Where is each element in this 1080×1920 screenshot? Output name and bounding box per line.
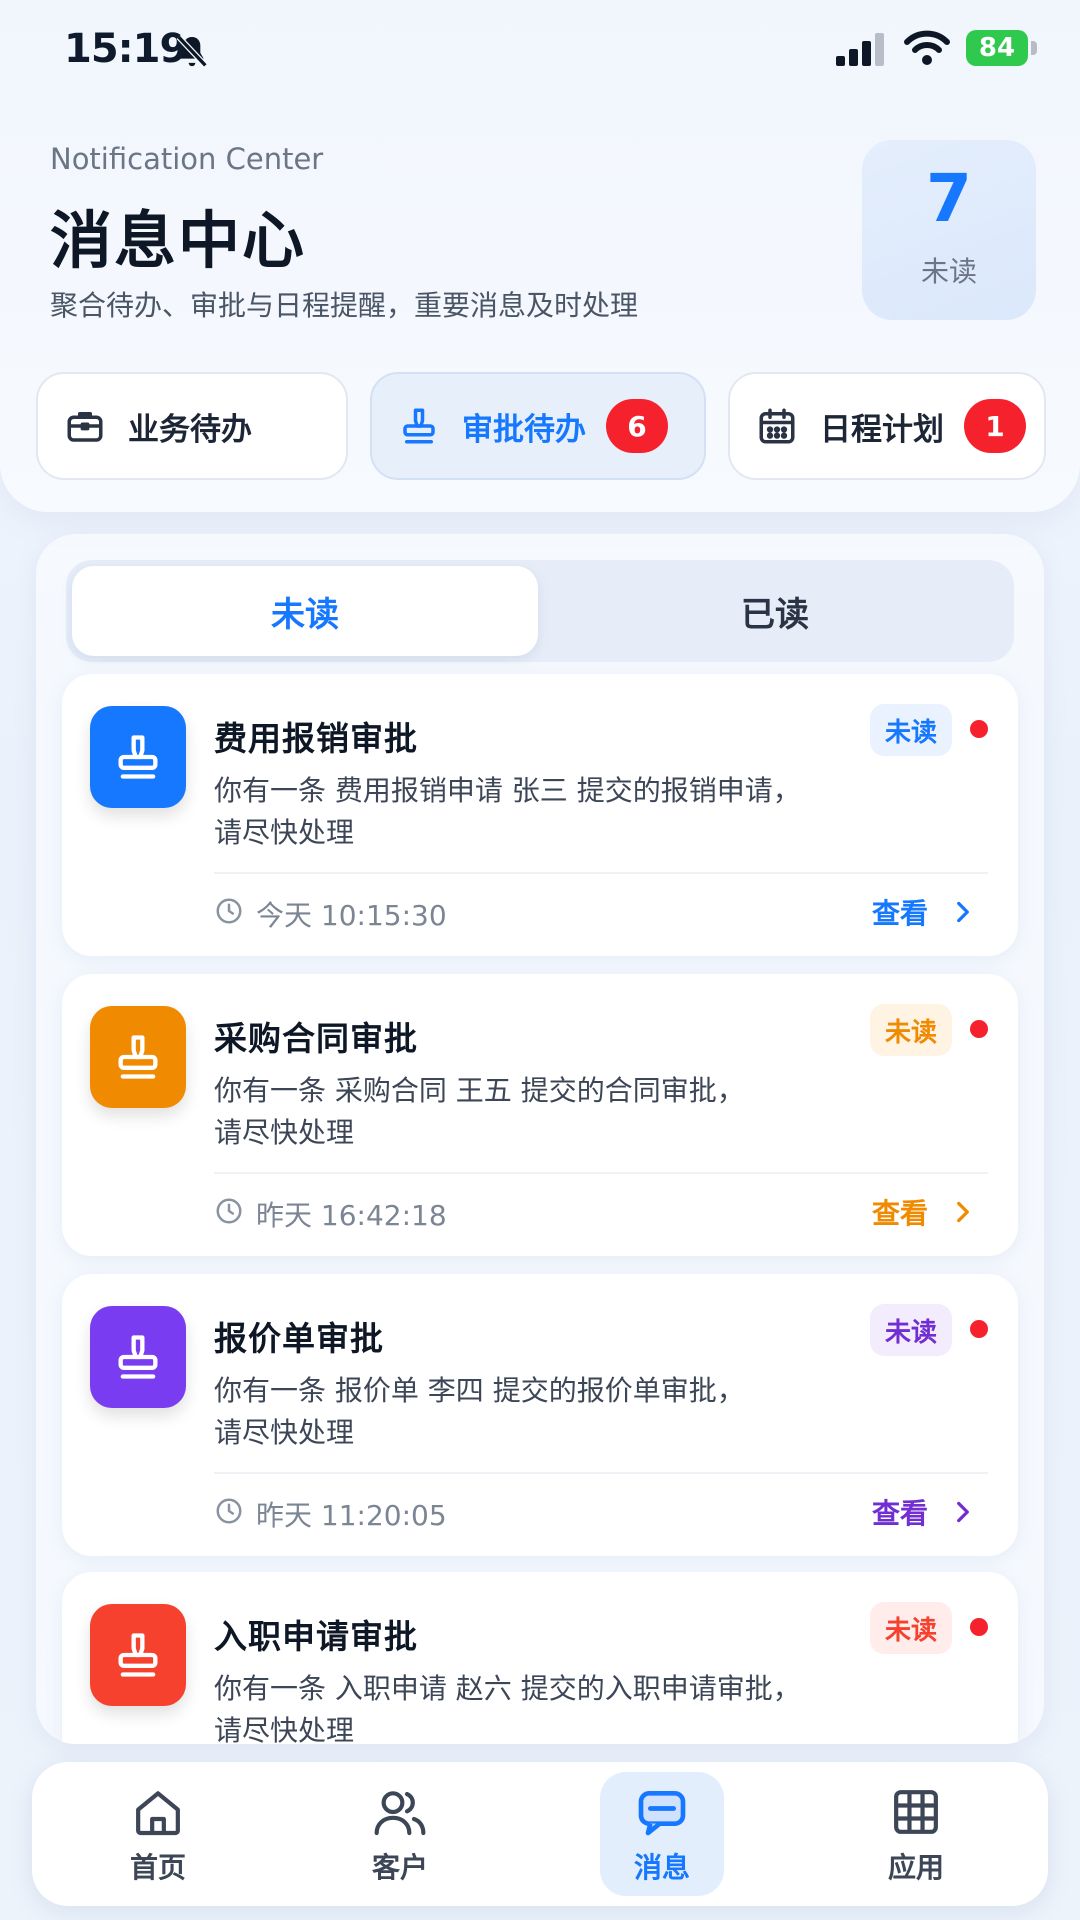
message-body: 你有一条 采购合同 王五 提交的合同审批， 请尽快处理 [214,1070,854,1154]
clock-icon [216,898,242,924]
message-card[interactable]: 入职申请审批 你有一条 入职申请 赵六 提交的入职申请审批， 请尽快处理 未读 [62,1572,1018,1744]
screen: 15:19 84 Notification Center 消息中心 聚合待办、审… [0,0,1080,1920]
bottom-nav: 首页 客户 消息 应用 [32,1762,1048,1906]
unread-dot [970,1320,988,1338]
nav-apps[interactable]: 应用 [854,1772,978,1896]
message-card[interactable]: 费用报销审批 你有一条 费用报销申请 张三 提交的报销申请， 请尽快处理 未读 … [62,674,1018,956]
stamp-icon [403,408,435,444]
message-body-line: 请尽快处理 [214,1416,355,1449]
message-body-line: 你有一条 费用报销申请 张三 提交的报销申请， [214,774,801,807]
page-description: 聚合待办、审批与日程提醒，重要消息及时处理 [50,289,639,322]
users-icon [374,1791,426,1836]
message-icon-tile [90,1604,186,1706]
message-title: 费用报销审批 [214,719,418,758]
grid-icon [894,1790,938,1834]
message-list-panel: 未读 已读 费用报销审批 你有一条 费用报销申请 张三 提交的报销申请， 请尽快… [36,534,1044,1744]
page-subtitle: Notification Center [50,142,324,176]
view-link[interactable]: 查看 [872,892,976,932]
category-label: 审批待办 [462,411,586,448]
battery-charging-icon: 84 [966,30,1038,66]
chevron-right-icon [957,901,969,923]
nav-label: 首页 [129,1851,186,1884]
message-title: 采购合同审批 [214,1019,418,1058]
message-icon-tile [90,706,186,808]
message-body-line: 你有一条 采购合同 王五 提交的合同审批， [214,1074,745,1107]
battery-tip [1031,41,1037,55]
nav-label: 消息 [633,1851,690,1884]
calendar-icon [759,408,795,444]
view-link[interactable]: 查看 [872,1192,976,1232]
message-body: 你有一条 入职申请 赵六 提交的入职申请审批， 请尽快处理 [214,1668,854,1744]
header-panel: 15:19 84 Notification Center 消息中心 聚合待办、审… [0,0,1080,512]
message-icon-tile [90,1306,186,1408]
clock-icon [216,1498,242,1524]
unread-count-label: 未读 [920,255,977,288]
unread-dot [970,720,988,738]
message-time: 昨天 16:42:18 [256,1199,447,1232]
message-body: 你有一条 费用报销申请 张三 提交的报销申请， 请尽快处理 [214,770,854,854]
clock-icon [216,1198,242,1224]
unread-summary-card[interactable]: 7 未读 [862,140,1036,320]
page-title: 消息中心 [50,204,307,277]
status-badge: 未读 [870,1602,952,1654]
message-card[interactable]: 采购合同审批 你有一条 采购合同 王五 提交的合同审批， 请尽快处理 未读 昨天… [62,974,1018,1256]
view-link-label: 查看 [872,897,929,930]
status-badge: 未读 [870,1004,952,1056]
unread-dot [970,1618,988,1636]
nav-customers[interactable]: 客户 [338,1772,462,1896]
unread-count: 7 [926,160,972,237]
message-title: 入职申请审批 [214,1617,418,1656]
message-body-line: 请尽快处理 [214,1714,355,1744]
stamp-icon [118,1035,158,1079]
message-title: 报价单审批 [214,1319,384,1358]
category-business-todo[interactable]: 业务待办 [36,372,348,480]
message-body-line: 请尽快处理 [214,816,355,849]
chevron-right-icon [957,1201,969,1223]
read-state-tabs: 未读 已读 [66,560,1014,662]
unread-dot [970,1020,988,1038]
status-bar: 15:19 84 [0,0,1080,100]
category-badge: 6 [606,399,668,453]
battery-level: 84 [966,30,1028,66]
nav-home[interactable]: 首页 [96,1772,220,1896]
message-body-line: 你有一条 报价单 李四 提交的报价单审批， [214,1374,745,1407]
view-link[interactable]: 查看 [872,1492,976,1532]
view-link-label: 查看 [872,1197,929,1230]
nav-label: 客户 [371,1851,428,1884]
stamp-icon [118,1335,158,1379]
message-time: 今天 10:15:30 [256,899,447,932]
chat-icon [638,1791,686,1836]
message-card[interactable]: 报价单审批 你有一条 报价单 李四 提交的报价单审批， 请尽快处理 未读 昨天 … [62,1274,1018,1556]
category-badge: 1 [964,399,1026,453]
tab-unread[interactable]: 未读 [72,566,538,656]
category-filter-row: 业务待办 审批待办 6 日程计划 1 [36,372,1046,480]
category-label: 日程计划 [820,411,944,448]
divider [214,872,988,874]
wifi-icon [904,30,950,65]
message-time: 昨天 11:20:05 [256,1499,447,1532]
briefcase-icon [67,412,103,442]
bell-slash-icon [176,35,208,68]
status-time: 15:19 [64,26,187,72]
tab-read[interactable]: 已读 [542,566,1008,656]
category-approval-todo[interactable]: 审批待办 6 [370,372,706,480]
divider [214,1472,988,1474]
message-body: 你有一条 报价单 李四 提交的报价单审批， 请尽快处理 [214,1370,854,1454]
message-body-line: 请尽快处理 [214,1116,355,1149]
status-badge: 未读 [870,704,952,756]
divider [214,1172,988,1174]
view-link-label: 查看 [872,1497,929,1530]
stamp-icon [118,1633,158,1677]
nav-label: 应用 [887,1851,944,1884]
stamp-icon [118,735,158,779]
message-body-line: 你有一条 入职申请 赵六 提交的入职申请审批， [214,1672,801,1705]
message-icon-tile [90,1006,186,1108]
category-schedule[interactable]: 日程计划 1 [728,372,1046,480]
home-icon [136,1791,180,1836]
status-badge: 未读 [870,1304,952,1356]
nav-messages[interactable]: 消息 [600,1772,724,1896]
signal-icon [836,33,884,66]
category-label: 业务待办 [128,411,252,448]
chevron-right-icon [957,1501,969,1523]
